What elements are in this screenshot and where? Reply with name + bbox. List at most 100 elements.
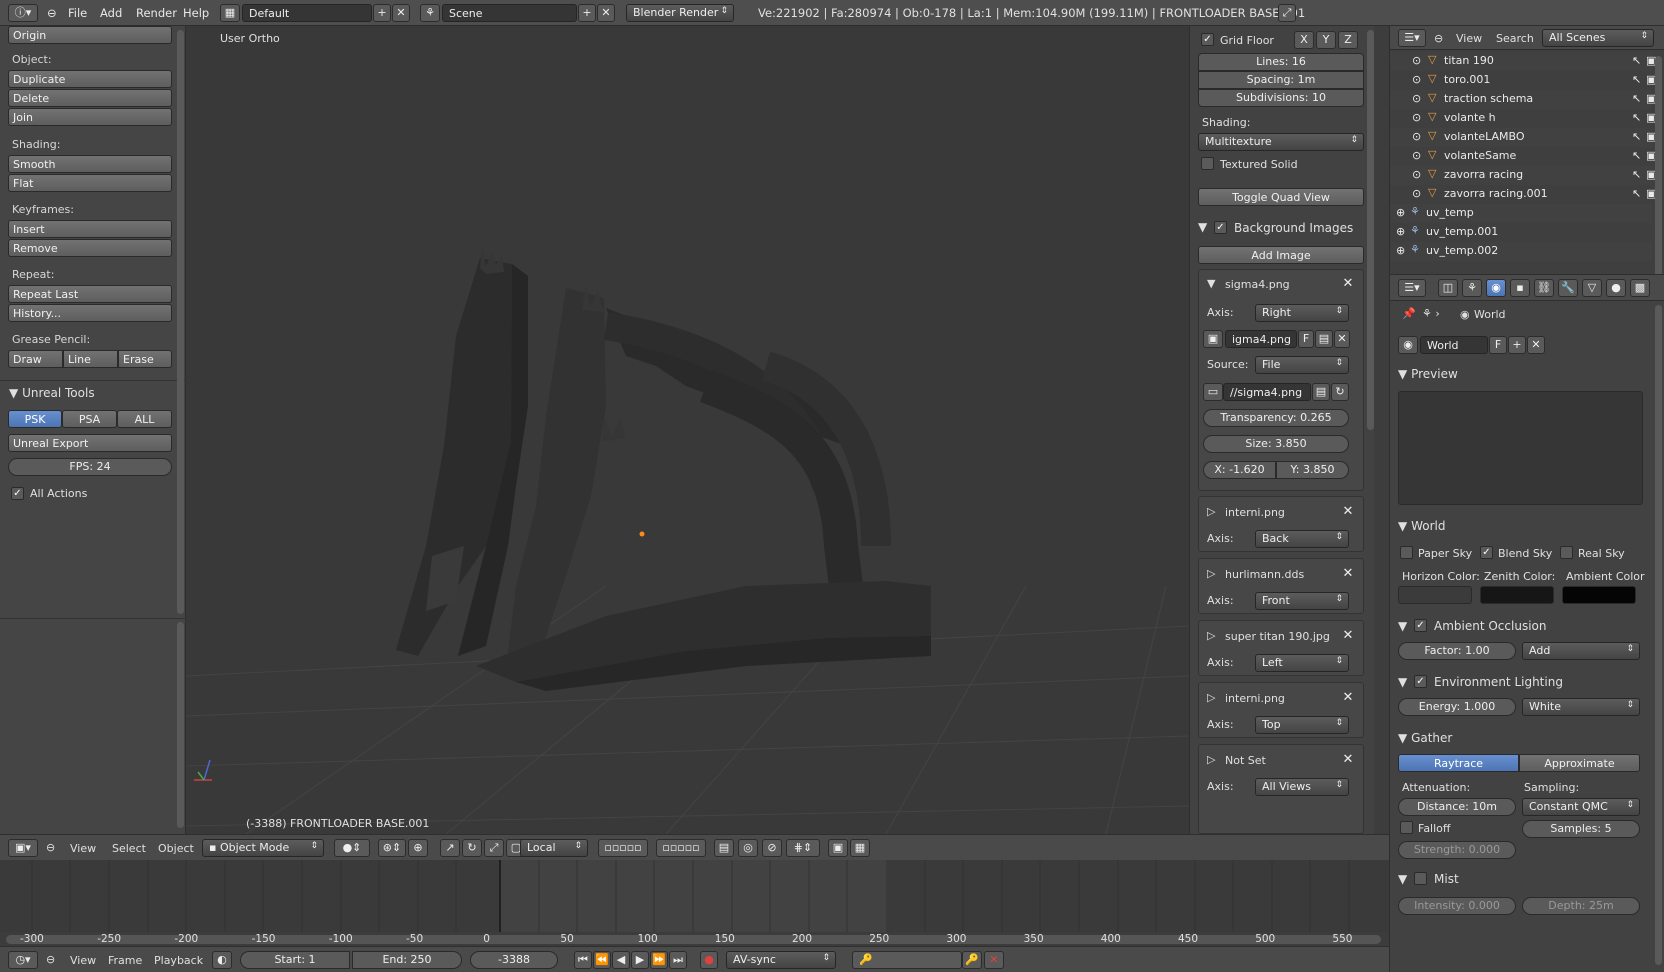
sampling-dropdown[interactable]: Constant QMC ⇕ <box>1522 798 1640 816</box>
approximate-button[interactable]: Approximate <box>1519 754 1640 772</box>
outliner-row[interactable]: ⊕ ⚘ uv_temp <box>1390 204 1652 223</box>
env-color-dropdown[interactable]: White ⇕ <box>1522 698 1640 716</box>
render-tab-icon[interactable]: ◫ <box>1438 279 1458 297</box>
axis-dropdown[interactable]: All Views ⇕ <box>1255 778 1349 796</box>
eye-toggle-icon[interactable]: ⊙ <box>1412 54 1421 67</box>
ao-checkbox[interactable]: ✓ <box>1414 619 1427 632</box>
display-mode-dropdown[interactable]: All Scenes ⇕ <box>1542 29 1654 47</box>
expand-arrow-icon[interactable]: ▷ <box>1207 567 1215 580</box>
join-button[interactable]: Join <box>8 108 172 126</box>
open-image-icon[interactable]: ▤ <box>1315 330 1333 348</box>
delete-keyframe-icon[interactable]: ✕ <box>984 951 1004 969</box>
history-button[interactable]: History... <box>8 304 172 322</box>
blend-sky-checkbox[interactable]: ✓ <box>1480 546 1493 559</box>
select-cursor-icon[interactable]: ↖ <box>1632 54 1641 67</box>
texture-tab-icon[interactable]: ▩ <box>1630 279 1650 297</box>
object-tab-icon[interactable]: ▪ <box>1510 279 1530 297</box>
pivot-point-dropdown[interactable]: ⊛⇕ <box>378 839 406 857</box>
snap-element-icon[interactable]: ⋕⇕ <box>786 839 820 857</box>
unreal-export-button[interactable]: Unreal Export <box>8 434 172 452</box>
all-button[interactable]: ALL <box>117 410 172 428</box>
pin-icon[interactable]: 📌 <box>1402 307 1416 320</box>
scene-field[interactable]: Scene <box>442 4 577 22</box>
zenith-color-swatch[interactable] <box>1480 586 1554 604</box>
outliner-row[interactable]: ⊕ ⚘ uv_temp.001 <box>1390 223 1652 242</box>
env-lighting-checkbox[interactable]: ✓ <box>1414 675 1427 688</box>
scene-icon[interactable]: ⚘ <box>420 4 440 22</box>
add-layout-icon[interactable]: + <box>373 4 391 22</box>
mode-dropdown[interactable]: ▪ Object Mode ⇕ <box>202 839 324 857</box>
eye-toggle-icon[interactable]: ⊙ <box>1412 187 1421 200</box>
editor-type-timeline-icon[interactable]: ◷▾ <box>8 951 38 969</box>
editor-type-outliner-icon[interactable]: ☰▾ <box>1398 29 1426 47</box>
expand-arrow-icon[interactable]: ▷ <box>1207 629 1215 642</box>
select-cursor-icon[interactable]: ↖ <box>1632 168 1641 181</box>
outliner-row[interactable]: ⊙ ▽ volanteSame ↖ ▣ <box>1390 147 1656 166</box>
axis-dropdown[interactable]: Top ⇕ <box>1255 716 1349 734</box>
properties-scrollbar[interactable] <box>1655 305 1662 965</box>
toggle-quad-view-button[interactable]: Toggle Quad View <box>1198 188 1364 206</box>
sync-mode-dropdown[interactable]: AV-sync ⇕ <box>726 951 836 969</box>
layers-group-1[interactable]: ▫▫▫▫▫ <box>598 839 648 857</box>
axis-y-toggle[interactable]: Y <box>1316 31 1336 49</box>
select-cursor-icon[interactable]: ↖ <box>1632 187 1641 200</box>
image-browse-icon[interactable]: ▣ <box>1203 330 1223 348</box>
repeat-last-button[interactable]: Repeat Last <box>8 285 172 303</box>
psa-button[interactable]: PSA <box>62 410 117 428</box>
real-sky-checkbox[interactable] <box>1560 546 1573 559</box>
axis-x-toggle[interactable]: X <box>1294 31 1314 49</box>
fps-field[interactable]: FPS: 24 <box>8 458 172 476</box>
duplicate-button[interactable]: Duplicate <box>8 70 172 88</box>
data-tab-icon[interactable]: ▽ <box>1582 279 1602 297</box>
remove-scene-icon[interactable]: ✕ <box>597 4 615 22</box>
falloff-checkbox[interactable] <box>1400 821 1413 834</box>
scene-tab-icon[interactable]: ⚘ <box>1462 279 1482 297</box>
world-browse-icon[interactable]: ◉ <box>1398 336 1418 354</box>
constraints-tab-icon[interactable]: ⛓ <box>1534 279 1554 297</box>
current-frame-field[interactable]: -3388 <box>470 951 558 969</box>
background-images-header[interactable]: ▼ <box>1198 220 1207 234</box>
source-dropdown[interactable]: File ⇕ <box>1255 356 1349 374</box>
grease-line-button[interactable]: Line <box>63 350 118 368</box>
insert-keyframe-button[interactable]: Insert <box>8 220 172 238</box>
outliner-row[interactable]: ⊙ ▽ toro.001 ↖ ▣ <box>1390 71 1656 90</box>
samples-field[interactable]: Samples: 5 <box>1522 820 1640 838</box>
outliner-row[interactable]: ⊙ ▽ titan 190 ↖ ▣ <box>1390 52 1656 71</box>
world-panel-header[interactable]: ▼ World <box>1398 519 1445 533</box>
eye-toggle-icon[interactable]: ⊙ <box>1412 92 1421 105</box>
keying-set-field[interactable]: 🔑 <box>852 951 962 969</box>
lock-layers-icon[interactable]: ▤ <box>714 839 734 857</box>
ambient-color-swatch[interactable] <box>1562 586 1636 604</box>
timeline-view-menu[interactable]: View <box>70 954 96 967</box>
toolshelf-scrollbar-lower[interactable] <box>177 622 184 828</box>
prev-keyframe-icon[interactable]: ⏪ <box>593 951 611 969</box>
eye-toggle-icon[interactable]: ⊙ <box>1412 130 1421 143</box>
size-field[interactable]: Size: 3.850 <box>1203 435 1349 453</box>
menu-file[interactable]: File <box>68 6 87 20</box>
jump-start-icon[interactable]: ⏮ <box>574 951 592 969</box>
world-tab-icon[interactable]: ◉ <box>1486 279 1506 297</box>
paper-sky-checkbox[interactable] <box>1400 546 1413 559</box>
layers-group-2[interactable]: ▫▫▫▫▫ <box>656 839 706 857</box>
object-menu[interactable]: Object <box>158 842 194 855</box>
timeline-playback-menu[interactable]: Playback <box>154 954 203 967</box>
unreal-tools-header[interactable]: ▼ Unreal Tools <box>9 386 95 400</box>
axis-z-toggle[interactable]: Z <box>1338 31 1358 49</box>
outliner-row[interactable]: ⊙ ▽ volanteLAMBO ↖ ▣ <box>1390 128 1656 147</box>
grease-erase-button[interactable]: Erase <box>118 350 172 368</box>
material-tab-icon[interactable]: ● <box>1606 279 1626 297</box>
file-browse-icon[interactable]: ▤ <box>1312 383 1330 401</box>
select-cursor-icon[interactable]: ↖ <box>1632 130 1641 143</box>
scale-manipulator-icon[interactable]: ⤢ <box>484 839 504 857</box>
remove-image-icon[interactable]: ✕ <box>1341 567 1355 581</box>
smooth-button[interactable]: Smooth <box>8 155 172 173</box>
outliner-row[interactable]: ⊕ ⚘ uv_temp.002 <box>1390 242 1652 261</box>
screen-layout-icon[interactable]: ▦ <box>220 4 240 22</box>
add-scene-icon[interactable]: + <box>578 4 596 22</box>
expand-arrow-icon[interactable]: ▷ <box>1207 753 1215 766</box>
image-path-field[interactable]: //sigma4.png <box>1223 383 1311 401</box>
preview-range-icon[interactable]: ◐ <box>212 951 232 969</box>
collapse-icon[interactable]: ⊖ <box>46 841 55 854</box>
world-fake-user-button[interactable]: F <box>1489 336 1507 354</box>
gather-panel-header[interactable]: ▼ Gather <box>1398 731 1452 745</box>
